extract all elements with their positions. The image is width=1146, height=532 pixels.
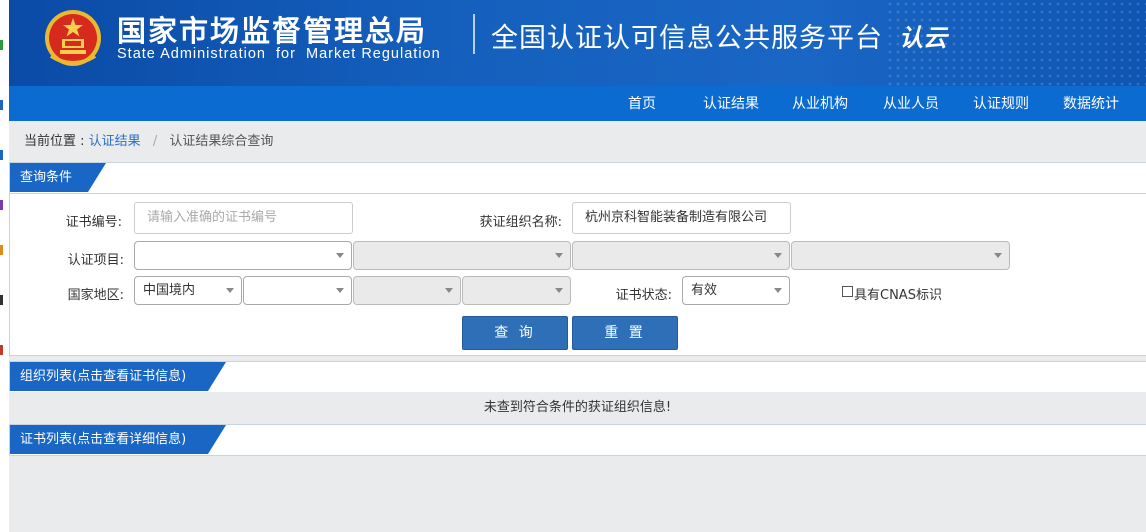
cnas-label: 具有CNAS标识 (854, 288, 942, 303)
project-select-1[interactable] (134, 241, 352, 270)
cert-list-panel: 证书列表(点击查看详细信息) (9, 424, 1146, 456)
project-label: 认证项目: (67, 253, 124, 268)
chevron-down-icon (336, 288, 344, 293)
strip-mark (0, 150, 3, 160)
site-header: 国家市场监督管理总局 State Administration for Mark… (9, 0, 1146, 86)
nav-item-personnel[interactable]: 从业人员 (883, 86, 939, 121)
strip-mark (0, 40, 3, 50)
org-name-input[interactable]: 杭州京科智能装备制造有限公司 (572, 202, 791, 234)
cert-no-label: 证书编号: (65, 215, 122, 230)
region-select-province[interactable] (243, 276, 352, 305)
query-panel-title: 查询条件 (10, 163, 106, 192)
cert-list-header: 证书列表(点击查看详细信息) (10, 425, 1146, 455)
strip-mark (0, 295, 3, 305)
nav-item-cert-results[interactable]: 认证结果 (703, 86, 759, 121)
region-select-district[interactable] (462, 276, 571, 305)
region-select-value: 中国境内 (143, 283, 196, 298)
chevron-down-icon (336, 253, 344, 258)
chevron-down-icon (774, 288, 782, 293)
cnas-checkbox[interactable] (842, 286, 853, 297)
strip-mark (0, 100, 3, 110)
status-select-value: 有效 (691, 283, 718, 298)
project-select-3[interactable] (572, 241, 790, 270)
search-button[interactable]: 查 询 (462, 316, 568, 350)
header-divider (473, 14, 475, 54)
breadcrumb-current: 认证结果综合查询 (169, 134, 274, 149)
nav-item-home[interactable]: 首页 (628, 86, 656, 121)
main-nav: 首页 认证结果 从业机构 从业人员 认证规则 数据统计 (9, 86, 1146, 121)
strip-mark (0, 245, 3, 255)
org-list-panel: 组织列表(点击查看证书信息) (9, 361, 1146, 392)
region-select-country[interactable]: 中国境内 (134, 276, 242, 305)
agency-title-cn: 国家市场监督管理总局 (117, 14, 428, 48)
national-emblem-icon (45, 10, 101, 66)
nav-item-institutions[interactable]: 从业机构 (792, 86, 848, 121)
empty-message: 未查到符合条件的获证组织信息! (483, 400, 672, 415)
chevron-down-icon (774, 253, 782, 258)
status-label: 证书状态: (615, 288, 672, 303)
chevron-down-icon (555, 288, 563, 293)
project-select-2[interactable] (353, 241, 571, 270)
project-select-4[interactable] (791, 241, 1010, 270)
breadcrumb-link-cert-results[interactable]: 认证结果 (89, 134, 141, 149)
chevron-down-icon (226, 288, 234, 293)
query-panel-header: 查询条件 (10, 163, 1146, 194)
breadcrumb-prefix: 当前位置 : (24, 134, 85, 149)
nav-item-statistics[interactable]: 数据统计 (1063, 86, 1119, 121)
org-list-title: 组织列表(点击查看证书信息) (10, 362, 226, 391)
chevron-down-icon (445, 288, 453, 293)
platform-title: 全国认证认可信息公共服务平台 (491, 23, 883, 54)
chevron-down-icon (555, 253, 563, 258)
breadcrumb: 当前位置 : 认证结果 / 认证结果综合查询 (24, 130, 273, 149)
cert-no-input[interactable]: 请输入准确的证书编号 (134, 202, 353, 234)
org-list-header: 组织列表(点击查看证书信息) (10, 362, 1146, 392)
reset-button[interactable]: 重 置 (572, 316, 678, 350)
org-name-label: 获证组织名称: (479, 215, 562, 230)
chevron-down-icon (994, 253, 1002, 258)
left-edge-strip (0, 0, 9, 532)
status-select[interactable]: 有效 (682, 276, 790, 305)
nav-item-cert-rules[interactable]: 认证规则 (973, 86, 1029, 121)
strip-mark (0, 200, 3, 210)
agency-title-en: State Administration for Market Regulati… (117, 46, 441, 62)
region-label: 国家地区: (67, 288, 124, 303)
renyun-logo: 认云 (899, 24, 947, 52)
region-select-city[interactable] (353, 276, 461, 305)
cert-list-title: 证书列表(点击查看详细信息) (10, 425, 226, 454)
strip-mark (0, 345, 3, 355)
breadcrumb-separator: / (152, 134, 158, 149)
